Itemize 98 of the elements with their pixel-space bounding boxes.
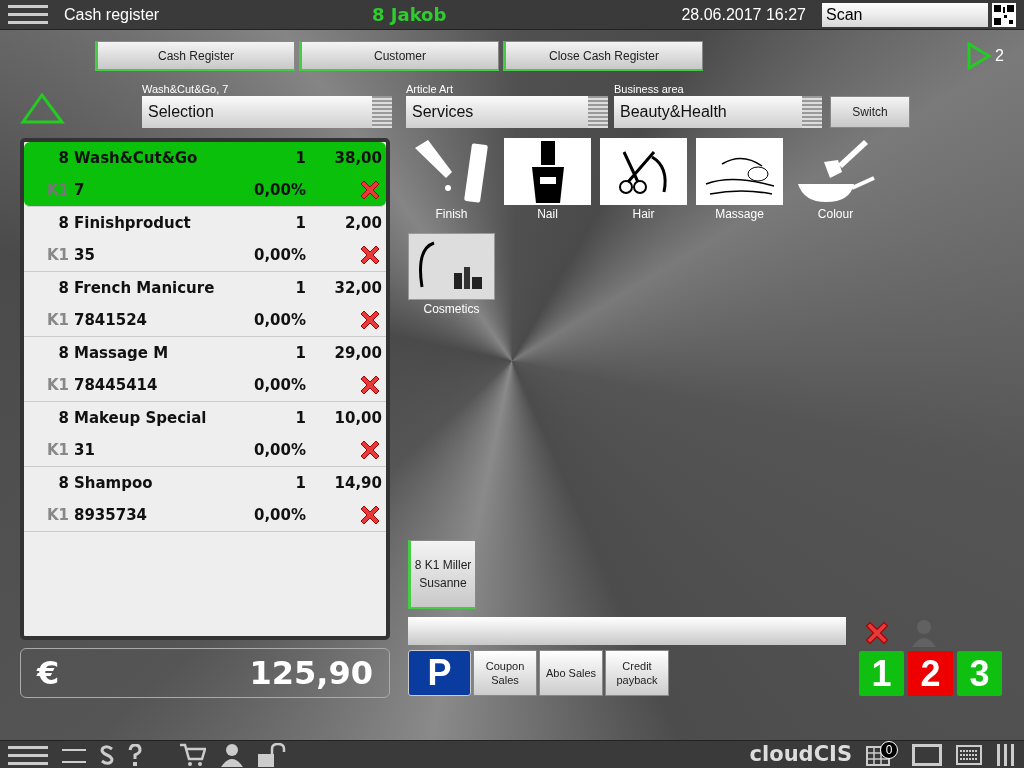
brand-name: cloudCIS — [749, 740, 852, 768]
item-quantity: 1 — [294, 277, 306, 299]
nav-tab[interactable]: Close Cash Register — [503, 41, 703, 71]
item-price: 14,90 — [333, 472, 383, 494]
dropdown-handle[interactable] — [802, 96, 822, 128]
group-number: 8 — [57, 472, 70, 494]
qr-code-icon[interactable] — [992, 2, 1016, 27]
receipt-item[interactable]: 8 French Manicure 1 32,00 K1 7841524 0,00% — [24, 272, 386, 337]
item-discount: 0,00% — [252, 504, 306, 526]
currency-symbol: € — [37, 653, 60, 694]
item-quantity: 1 — [294, 472, 306, 494]
customer-button[interactable]: 8 K1 Miller Susanne — [408, 540, 476, 609]
item-name: Makeup Special — [74, 407, 208, 429]
page-count: 2 — [995, 46, 1004, 66]
up-triangle-icon[interactable] — [20, 92, 65, 124]
group-number: 8 — [57, 342, 70, 364]
delete-icon[interactable] — [358, 438, 382, 462]
item-discount: 0,00% — [252, 309, 306, 331]
delete-icon[interactable] — [358, 178, 382, 202]
unlocked-padlock-icon[interactable] — [258, 742, 288, 767]
delete-icon[interactable] — [358, 503, 382, 527]
cashier-code: K1 — [45, 309, 70, 331]
item-discount: 0,00% — [252, 244, 306, 266]
columns-icon[interactable] — [996, 743, 1016, 766]
item-name: Wash&Cut&Go — [74, 147, 199, 169]
item-quantity: 1 — [294, 212, 306, 234]
item-price: 2,00 — [344, 212, 383, 234]
delete-icon[interactable] — [358, 373, 382, 397]
item-quantity: 1 — [294, 147, 306, 169]
receipt-item[interactable]: 8 Makeup Special 1 10,00 K1 31 0,00% — [24, 402, 386, 467]
help-icon[interactable] — [128, 743, 142, 766]
cashier-code: K1 — [45, 244, 70, 266]
nav-tab[interactable]: Cash Register — [95, 41, 295, 71]
dollar-icon[interactable] — [100, 743, 114, 766]
scan-field[interactable]: Scan — [822, 2, 988, 27]
delete-icon[interactable] — [358, 243, 382, 267]
parking-button[interactable]: P — [408, 650, 471, 696]
input-field[interactable] — [408, 617, 846, 645]
item-code: 7 — [74, 179, 86, 201]
group-number: 8 — [57, 407, 70, 429]
cashier-code: K1 — [45, 439, 70, 461]
field-label: Wash&Cut&Go, 7 — [142, 83, 230, 96]
item-price: 38,00 — [333, 147, 383, 169]
menu-icon[interactable] — [8, 3, 48, 26]
date-time: 28.06.2017 16:27 — [681, 4, 806, 25]
dropdown[interactable]: Beauty&Health — [614, 96, 802, 128]
item-code: 31 — [74, 439, 96, 461]
item-quantity: 1 — [294, 342, 306, 364]
app-title: Cash register — [64, 4, 160, 25]
item-discount: 0,00% — [252, 374, 306, 396]
delete-icon[interactable] — [358, 308, 382, 332]
item-quantity: 1 — [294, 407, 306, 429]
dropdown-handle[interactable] — [372, 96, 392, 128]
cashier-code: K1 — [45, 504, 70, 526]
category-tile[interactable]: Colour — [792, 138, 879, 223]
item-name: Finishproduct — [74, 212, 192, 234]
calendar-icon[interactable] — [866, 743, 890, 766]
switch-button[interactable]: Switch — [830, 96, 910, 128]
receipt-item[interactable]: 8 Wash&Cut&Go 1 38,00 K1 7 0,00% — [24, 142, 386, 207]
group-number: 8 — [57, 147, 70, 169]
category-tile[interactable]: Finish — [408, 138, 495, 223]
item-price: 29,00 — [333, 342, 383, 364]
user-name: 8 Jakob — [372, 3, 447, 27]
item-name: Massage M — [74, 342, 170, 364]
group-number: 8 — [57, 212, 70, 234]
item-price: 10,00 — [333, 407, 383, 429]
action-button[interactable]: Credit payback — [605, 650, 669, 696]
user-icon[interactable] — [220, 742, 244, 767]
receipt-item[interactable]: 8 Shampoo 1 14,90 K1 8935734 0,00% — [24, 467, 386, 532]
dropdown-handle[interactable] — [588, 96, 608, 128]
register-button[interactable]: 2 — [908, 651, 953, 696]
item-discount: 0,00% — [252, 179, 306, 201]
receipt-item[interactable]: 8 Finishproduct 1 2,00 K1 35 0,00% — [24, 207, 386, 272]
nav-tab[interactable]: Customer — [299, 41, 499, 71]
item-code: 8935734 — [74, 504, 149, 526]
action-button[interactable]: Coupon Sales — [473, 650, 537, 696]
item-name: Shampoo — [74, 472, 154, 494]
cashier-code: K1 — [45, 374, 70, 396]
dropdown[interactable]: Selection — [142, 96, 372, 128]
group-number: 8 — [57, 277, 70, 299]
item-discount: 0,00% — [252, 439, 306, 461]
keyboard-icon[interactable] — [956, 744, 982, 765]
dropdown[interactable]: Services — [406, 96, 588, 128]
field-label: Business area — [614, 83, 685, 96]
receipt-item[interactable]: 8 Massage M 1 29,00 K1 78445414 0,00% — [24, 337, 386, 402]
item-name: French Manicure — [74, 277, 216, 299]
cashier-code: K1 — [45, 179, 70, 201]
total-amount: 125,90 — [249, 653, 373, 694]
menu-icon[interactable] — [8, 744, 48, 765]
field-label: Article Art — [406, 83, 455, 96]
action-button[interactable]: Abo Sales — [539, 650, 603, 696]
cart-icon[interactable] — [180, 742, 206, 767]
item-price: 32,00 — [333, 277, 383, 299]
notification-badge: 0 — [880, 740, 898, 759]
item-code: 78445414 — [74, 374, 159, 396]
window-icon[interactable] — [912, 743, 942, 766]
item-code: 7841524 — [74, 309, 149, 331]
item-code: 35 — [74, 244, 96, 266]
